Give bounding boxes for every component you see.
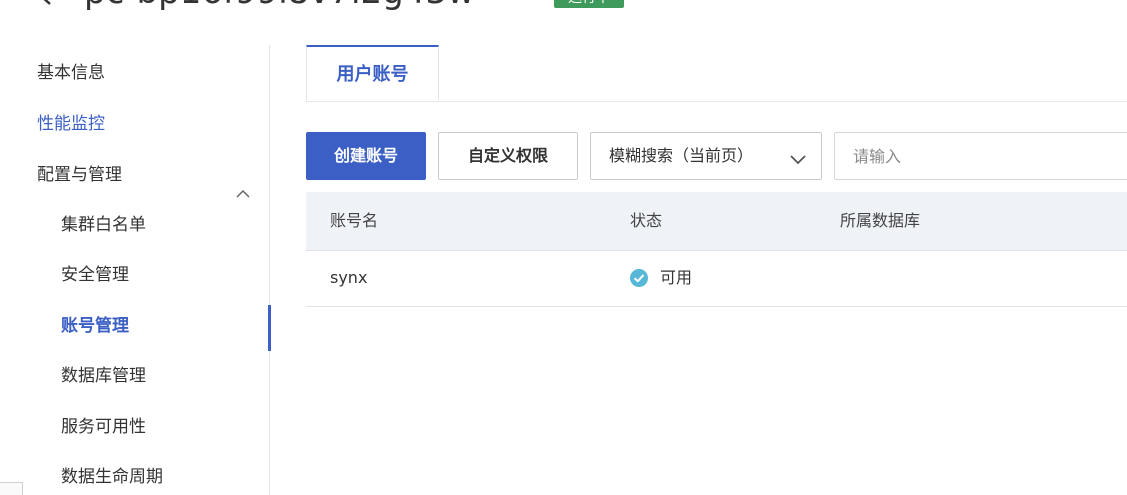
sidebar-item-database-management[interactable]: 数据库管理 [0, 351, 269, 401]
sidebar-item-label: 数据库管理 [61, 366, 146, 386]
back-arrow-icon[interactable] [34, 0, 58, 8]
column-header-database: 所属数据库 [840, 211, 921, 230]
sidebar-item-label: 集群白名单 [61, 215, 146, 235]
tab-user-accounts[interactable]: 用户账号 [306, 45, 439, 101]
page-header: pc-bp16f99l8v7i2g43w 运行中 [0, 0, 1127, 18]
check-circle-icon [630, 269, 648, 287]
account-name-cell: synx [330, 268, 368, 287]
page: pc-bp16f99l8v7i2g43w 运行中 基本信息 性能监控 配置与管理… [0, 0, 1127, 495]
sidebar-item-label: 性能监控 [37, 114, 105, 134]
custom-permission-button[interactable]: 自定义权限 [438, 132, 578, 180]
table-row: synx 可用 [306, 250, 1127, 307]
sidebar-group-config-management[interactable]: 配置与管理 [0, 150, 269, 200]
column-header-account-name: 账号名 [330, 211, 379, 230]
sidebar-item-data-lifecycle[interactable]: 数据生命周期 [0, 452, 269, 495]
create-account-button[interactable]: 创建账号 [306, 132, 426, 180]
sidebar-item-performance-monitoring[interactable]: 性能监控 [0, 99, 269, 149]
search-mode-select[interactable]: 模糊搜索（当前页） [590, 132, 822, 180]
search-mode-value: 模糊搜索（当前页） [609, 146, 754, 165]
sidebar-item-label: 基本信息 [37, 63, 105, 83]
sidebar-item-label: 服务可用性 [61, 417, 146, 437]
instance-title: pc-bp16f99l8v7i2g43w [84, 0, 475, 12]
column-header-status: 状态 [630, 211, 663, 230]
sidebar: 基本信息 性能监控 配置与管理 集群白名单 安全管理 账号管理 数据库管理 服务… [0, 45, 271, 495]
chevron-up-icon[interactable] [236, 169, 250, 198]
search-input[interactable] [834, 132, 1127, 180]
sidebar-item-label: 数据生命周期 [61, 467, 163, 487]
sidebar-item-security-management[interactable]: 安全管理 [0, 250, 269, 300]
sidebar-item-basic-info[interactable]: 基本信息 [0, 48, 269, 98]
status-badge: 运行中 [554, 0, 624, 8]
sidebar-item-account-management[interactable]: 账号管理 [0, 301, 271, 351]
sidebar-item-label: 配置与管理 [37, 165, 122, 185]
tab-bar: 用户账号 [306, 45, 1127, 102]
sidebar-item-service-availability[interactable]: 服务可用性 [0, 402, 269, 452]
table-header: 账号名 状态 所属数据库 [306, 192, 1127, 251]
sidebar-item-cluster-whitelist[interactable]: 集群白名单 [0, 200, 269, 250]
status-cell: 可用 [660, 268, 693, 287]
collapse-toggle[interactable] [0, 482, 23, 495]
sidebar-item-label: 账号管理 [61, 316, 129, 336]
sidebar-item-label: 安全管理 [61, 265, 129, 285]
chevron-down-icon [789, 151, 807, 165]
